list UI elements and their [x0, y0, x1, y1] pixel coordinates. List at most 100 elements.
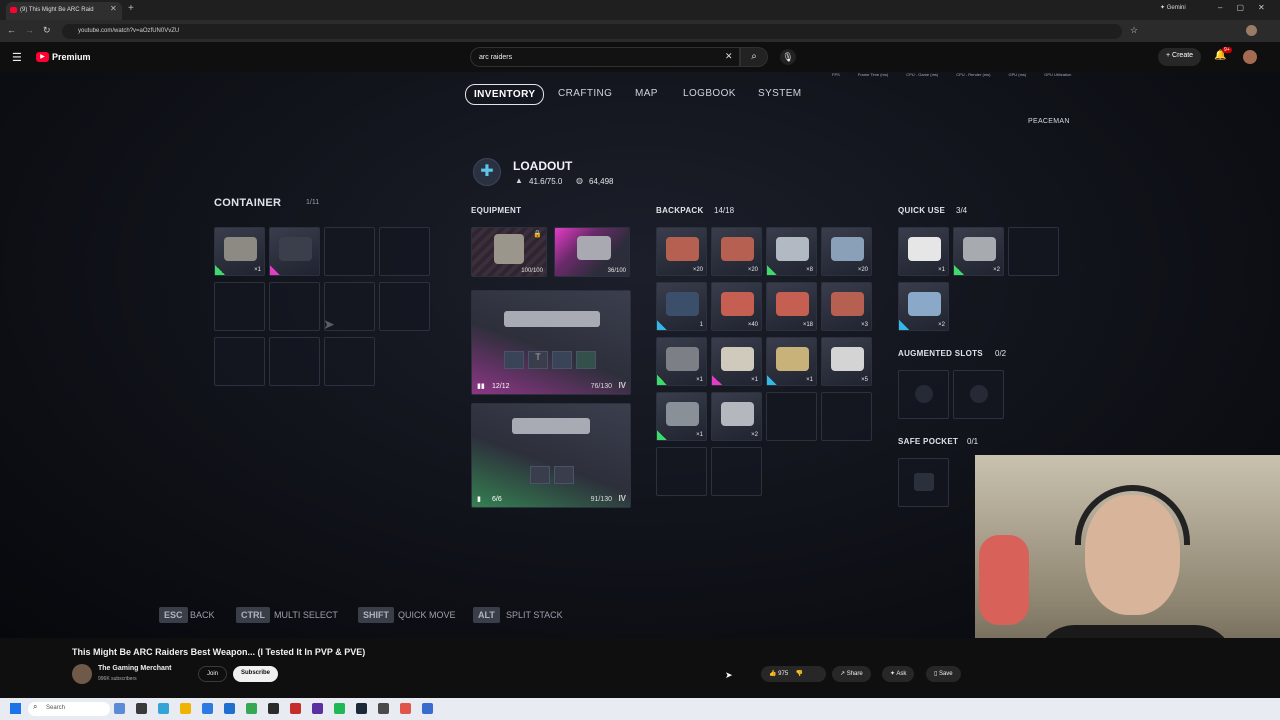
- channel-name[interactable]: The Gaming Merchant: [98, 665, 172, 672]
- container-slot[interactable]: [379, 227, 430, 276]
- taskbar-app-icon[interactable]: [400, 703, 411, 714]
- backpack-slot[interactable]: ×8: [766, 227, 817, 276]
- attachment-slot-2-icon[interactable]: [554, 466, 574, 484]
- tab-logbook[interactable]: LOGBOOK: [683, 88, 736, 99]
- container-slot[interactable]: [269, 337, 320, 386]
- backpack-slot[interactable]: ×1: [766, 337, 817, 386]
- account-avatar[interactable]: [1243, 50, 1257, 64]
- attachment-stock-icon[interactable]: [576, 351, 596, 369]
- taskbar-app-icon[interactable]: [290, 703, 301, 714]
- gemini-button[interactable]: ✦ Gemini: [1160, 4, 1186, 11]
- weapon-slot-1[interactable]: T ▮▮ 12/12 76/130 IV: [471, 290, 631, 395]
- windows-start-icon[interactable]: [10, 703, 21, 714]
- quick-use-slot[interactable]: [1008, 227, 1059, 276]
- weapon-slot-2[interactable]: ▮ 6/6 91/130 IV: [471, 403, 631, 508]
- taskbar-app-icon[interactable]: [202, 703, 213, 714]
- backpack-slot[interactable]: ×20: [821, 227, 872, 276]
- bookmark-star-icon[interactable]: ☆: [1130, 25, 1138, 36]
- augmented-slot[interactable]: [953, 370, 1004, 419]
- backpack-slot[interactable]: [711, 447, 762, 496]
- profile-avatar[interactable]: [1246, 25, 1257, 36]
- backpack-slot[interactable]: ×3: [821, 282, 872, 331]
- tab-inventory[interactable]: INVENTORY: [465, 84, 545, 105]
- container-slot[interactable]: [324, 282, 375, 331]
- quick-use-slot[interactable]: ×1: [898, 227, 949, 276]
- browser-tab[interactable]: (9) This Might Be ARC Raid: [6, 2, 122, 20]
- backpack-slot[interactable]: ×1: [656, 392, 707, 441]
- backpack-slot[interactable]: ×20: [711, 227, 762, 276]
- channel-avatar[interactable]: [72, 664, 92, 684]
- tab-system[interactable]: SYSTEM: [758, 88, 802, 99]
- backpack-slot[interactable]: ×5: [821, 337, 872, 386]
- augmented-slot[interactable]: [898, 370, 949, 419]
- subscribe-button[interactable]: Subscribe: [233, 666, 279, 682]
- container-slot[interactable]: [269, 282, 320, 331]
- attachment-mag-icon[interactable]: [552, 351, 572, 369]
- taskbar-app-icon[interactable]: [334, 703, 345, 714]
- save-button[interactable]: ▯ Save: [926, 666, 961, 682]
- container-slot[interactable]: ×1: [214, 227, 265, 276]
- taskbar-app-icon[interactable]: [378, 703, 389, 714]
- tab-close-icon[interactable]: ✕: [110, 4, 117, 13]
- container-slot[interactable]: [214, 337, 265, 386]
- quick-use-slot[interactable]: ×2: [953, 227, 1004, 276]
- window-controls[interactable]: –▢✕: [1218, 3, 1279, 12]
- thumbs-down-icon[interactable]: 👎: [796, 671, 803, 677]
- backpack-slot[interactable]: ×18: [766, 282, 817, 331]
- back-icon[interactable]: ←: [7, 25, 16, 35]
- backpack-slot[interactable]: ×40: [711, 282, 762, 331]
- backpack-slot[interactable]: ×1: [656, 337, 707, 386]
- mic-icon[interactable]: 🎙: [780, 49, 796, 65]
- attachment-slot-icon[interactable]: [530, 466, 550, 484]
- backpack-slot[interactable]: ×20: [656, 227, 707, 276]
- safe-pocket-slot[interactable]: [898, 458, 949, 507]
- container-slot[interactable]: [214, 282, 265, 331]
- container-slot[interactable]: [324, 227, 375, 276]
- ask-button[interactable]: ✦ Ask: [882, 666, 915, 682]
- taskbar-search-input[interactable]: Search: [28, 702, 110, 716]
- tab-crafting[interactable]: CRAFTING: [558, 88, 612, 99]
- taskbar-app-icon[interactable]: [158, 703, 169, 714]
- hint-label-back[interactable]: BACK: [190, 610, 215, 620]
- search-input[interactable]: arc raiders: [470, 47, 740, 67]
- taskbar-app-icon[interactable]: [312, 703, 323, 714]
- hint-label-split-stack[interactable]: SPLIT STACK: [506, 610, 563, 620]
- backpack-slot[interactable]: ×1: [711, 337, 762, 386]
- create-button[interactable]: + Create: [1158, 48, 1202, 66]
- container-slot[interactable]: [269, 227, 320, 276]
- url-field[interactable]: youtube.com/watch?v=aOzfUN0VvZU: [62, 24, 1122, 39]
- attachment-underbarrel-icon[interactable]: T: [528, 351, 548, 369]
- taskbar-app-icon[interactable]: [268, 703, 279, 714]
- share-button[interactable]: ↗ Share: [832, 666, 871, 682]
- attachment-muzzle-icon[interactable]: [504, 351, 524, 369]
- taskbar-app-icon[interactable]: [246, 703, 257, 714]
- new-tab-icon[interactable]: +: [128, 3, 134, 14]
- hint-label-quick-move[interactable]: QUICK MOVE: [398, 610, 456, 620]
- reload-icon[interactable]: ↻: [43, 25, 51, 36]
- shield-slot[interactable]: 36/100: [554, 227, 630, 277]
- youtube-logo[interactable]: ▶ Premium: [36, 52, 91, 62]
- augment-slot[interactable]: 🔒 100/100: [471, 227, 547, 277]
- taskbar-app-icon[interactable]: [422, 703, 433, 714]
- like-button[interactable]: 👍 975 👎: [761, 666, 826, 682]
- hint-label-multi-select[interactable]: MULTI SELECT: [274, 610, 338, 620]
- taskbar-app-icon[interactable]: [136, 703, 147, 714]
- clear-search-icon[interactable]: ✕: [725, 51, 733, 62]
- quick-use-slot[interactable]: ×2: [898, 282, 949, 331]
- forward-icon[interactable]: →: [25, 25, 34, 35]
- taskbar-app-icon[interactable]: [114, 703, 125, 714]
- taskbar-app-icon[interactable]: [356, 703, 367, 714]
- backpack-slot[interactable]: [656, 447, 707, 496]
- search-icon[interactable]: ⌕: [740, 47, 768, 67]
- container-slot[interactable]: [379, 282, 430, 331]
- backpack-slot[interactable]: ×2: [711, 392, 762, 441]
- backpack-slot[interactable]: 1: [656, 282, 707, 331]
- backpack-slot[interactable]: [821, 392, 872, 441]
- menu-icon[interactable]: ☰: [12, 51, 22, 64]
- taskbar-app-icon[interactable]: [180, 703, 191, 714]
- taskbar-app-icon[interactable]: [224, 703, 235, 714]
- container-slot[interactable]: [324, 337, 375, 386]
- tab-map[interactable]: MAP: [635, 88, 658, 99]
- join-button[interactable]: Join: [198, 666, 228, 682]
- backpack-slot[interactable]: [766, 392, 817, 441]
